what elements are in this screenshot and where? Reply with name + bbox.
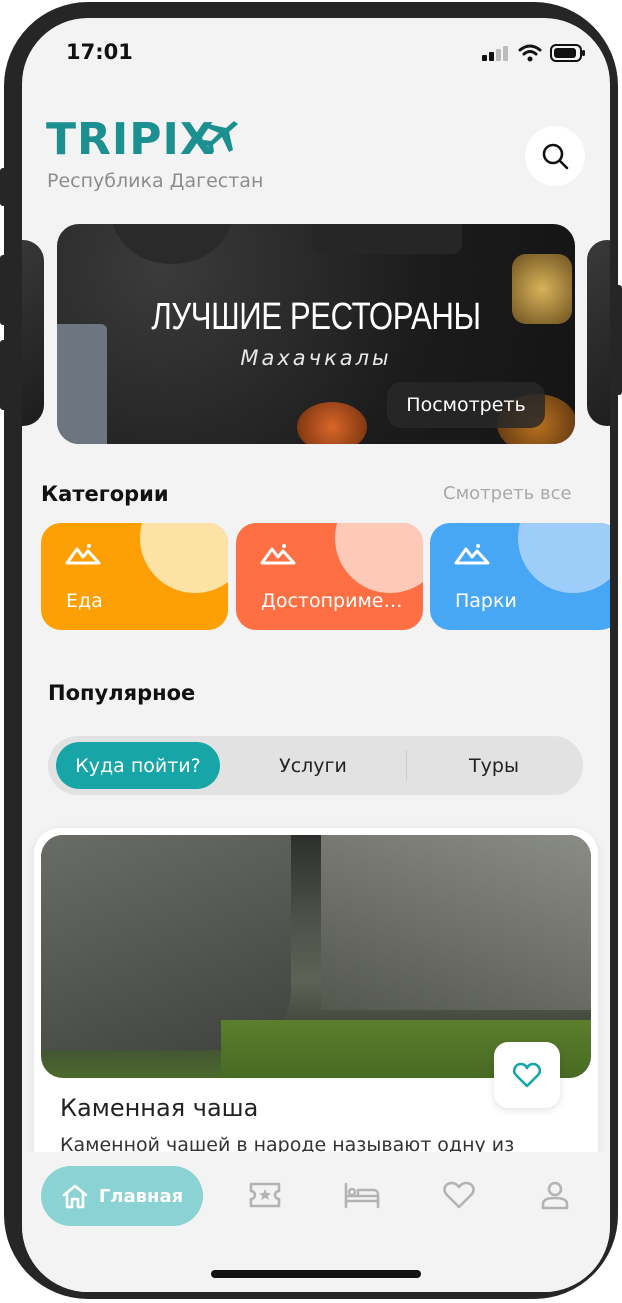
tab-divider	[406, 750, 407, 781]
category-card-sights[interactable]: Достопримечательности	[236, 523, 423, 630]
status-time: 17:01	[66, 40, 133, 64]
heart-icon	[513, 1062, 541, 1088]
favorite-button[interactable]	[494, 1042, 560, 1108]
category-label: Еда	[66, 590, 103, 612]
mountain-icon	[65, 544, 101, 565]
place-name: Каменная чаша	[60, 1094, 259, 1122]
banner-title: ЛУЧШИЕ РЕСТОРАНЫ	[151, 296, 481, 338]
popular-tabs: Куда пойти? Услуги Туры	[48, 736, 583, 795]
category-card-food[interactable]: Еда	[41, 523, 228, 630]
mountain-icon	[454, 544, 490, 565]
region-label: Республика Дагестан	[47, 170, 264, 192]
mountain-icon	[260, 544, 296, 565]
bed-icon[interactable]	[343, 1180, 381, 1210]
phone-frame: 17:01 TRIPIX Республика Дагестан ЛУЧШИЕ …	[4, 2, 618, 1299]
promo-banner[interactable]: ЛУЧШИЕ РЕСТОРАНЫ Махачкалы Посмотреть	[57, 224, 575, 444]
photo-rock-right	[321, 835, 591, 1010]
airplane-icon	[201, 121, 238, 154]
battery-icon	[550, 44, 585, 62]
signal-icon	[482, 46, 508, 61]
banner-decoration	[312, 224, 462, 254]
banner-view-button[interactable]: Посмотреть	[387, 382, 545, 428]
search-icon	[542, 143, 569, 170]
nav-home-button[interactable]: Главная	[41, 1166, 203, 1226]
banner-decoration	[57, 324, 107, 444]
logo-text: TRIPIX	[46, 114, 215, 165]
category-label: Парки	[455, 590, 517, 612]
card-bubble	[335, 523, 423, 593]
banner-decoration	[112, 224, 232, 264]
app-logo: TRIPIX	[46, 116, 241, 164]
tab-services[interactable]: Услуги	[228, 736, 398, 795]
popular-title: Популярное	[48, 681, 196, 705]
status-icons	[482, 44, 586, 62]
card-bubble	[140, 523, 228, 593]
home-icon	[62, 1184, 88, 1209]
home-indicator	[211, 1270, 421, 1278]
tab-where-to-go[interactable]: Куда пойти?	[56, 742, 220, 789]
profile-icon[interactable]	[540, 1180, 570, 1210]
banner-subtitle: Махачкалы	[240, 346, 392, 370]
photo-rock-left	[41, 835, 291, 1050]
see-all-link[interactable]: Смотреть все	[443, 483, 572, 504]
banner-next-slide[interactable]	[587, 240, 610, 426]
card-bubble	[518, 523, 610, 593]
wifi-icon	[518, 44, 542, 62]
nav-home-label: Главная	[98, 1185, 184, 1207]
banner-decoration	[297, 402, 367, 444]
ticket-icon[interactable]	[248, 1180, 282, 1210]
app-screen: 17:01 TRIPIX Республика Дагестан ЛУЧШИЕ …	[22, 18, 610, 1292]
tab-tours[interactable]: Туры	[410, 736, 578, 795]
category-label: Достопримечательности	[261, 590, 411, 612]
search-button[interactable]	[525, 126, 585, 186]
place-card[interactable]: Каменная чаша Каменной чашей в народе на…	[34, 828, 598, 1188]
heart-icon[interactable]	[443, 1180, 475, 1210]
category-card-parks[interactable]: Парки	[430, 523, 610, 630]
categories-title: Категории	[41, 482, 169, 506]
banner-prev-slide[interactable]	[22, 240, 44, 426]
